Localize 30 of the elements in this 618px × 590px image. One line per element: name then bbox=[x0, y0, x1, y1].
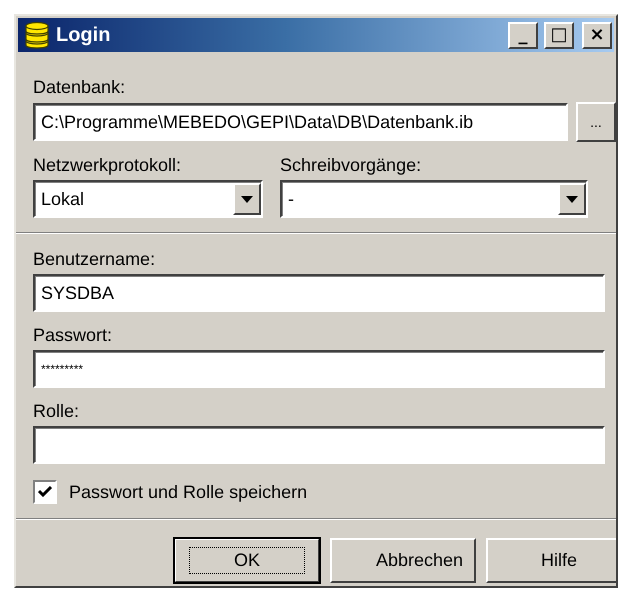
dropdown[interactable]: - bbox=[280, 180, 588, 218]
dropdown-value: Lokal bbox=[41, 188, 84, 210]
dropdown-value: - bbox=[288, 188, 294, 210]
dropdown[interactable]: Lokal bbox=[33, 180, 263, 218]
dialog-button[interactable]: Abbrechen bbox=[330, 538, 476, 583]
field-label: Passwort: bbox=[33, 324, 114, 346]
field-label: Datenbank: bbox=[33, 76, 126, 98]
browse-button[interactable]: ... bbox=[576, 102, 616, 142]
window-title: Login bbox=[56, 24, 112, 46]
dropdown-arrow-button[interactable] bbox=[558, 183, 586, 215]
dialog-button[interactable]: Hilfe bbox=[486, 538, 616, 583]
dialog-button[interactable]: OK bbox=[174, 538, 320, 583]
checkbox[interactable] bbox=[33, 480, 57, 504]
database-path-field[interactable]: C:\Programme\MEBEDO\GEPI\Data\DB\Datenbank.ib bbox=[33, 103, 568, 141]
caret-icon bbox=[566, 196, 578, 202]
input-field[interactable]: ********* bbox=[33, 350, 605, 388]
database-icon bbox=[24, 21, 50, 49]
input-field[interactable] bbox=[33, 426, 605, 464]
field-label: Schreibvorgänge: bbox=[280, 154, 422, 176]
minimize-button[interactable]: _ bbox=[508, 22, 538, 48]
close-button[interactable]: × bbox=[582, 22, 612, 48]
checkbox-label: Passwort und Rolle speichern bbox=[69, 482, 308, 502]
maximize-button[interactable]: □ bbox=[544, 22, 574, 48]
field-label: Rolle: bbox=[33, 400, 80, 422]
field-label: Benutzername: bbox=[33, 248, 156, 270]
checkmark-icon bbox=[38, 486, 52, 498]
caret-icon bbox=[241, 196, 253, 202]
input-field[interactable]: SYSDBA bbox=[33, 274, 605, 312]
field-label: Netzwerkprotokoll: bbox=[33, 154, 182, 176]
dropdown-arrow-button[interactable] bbox=[233, 183, 261, 215]
